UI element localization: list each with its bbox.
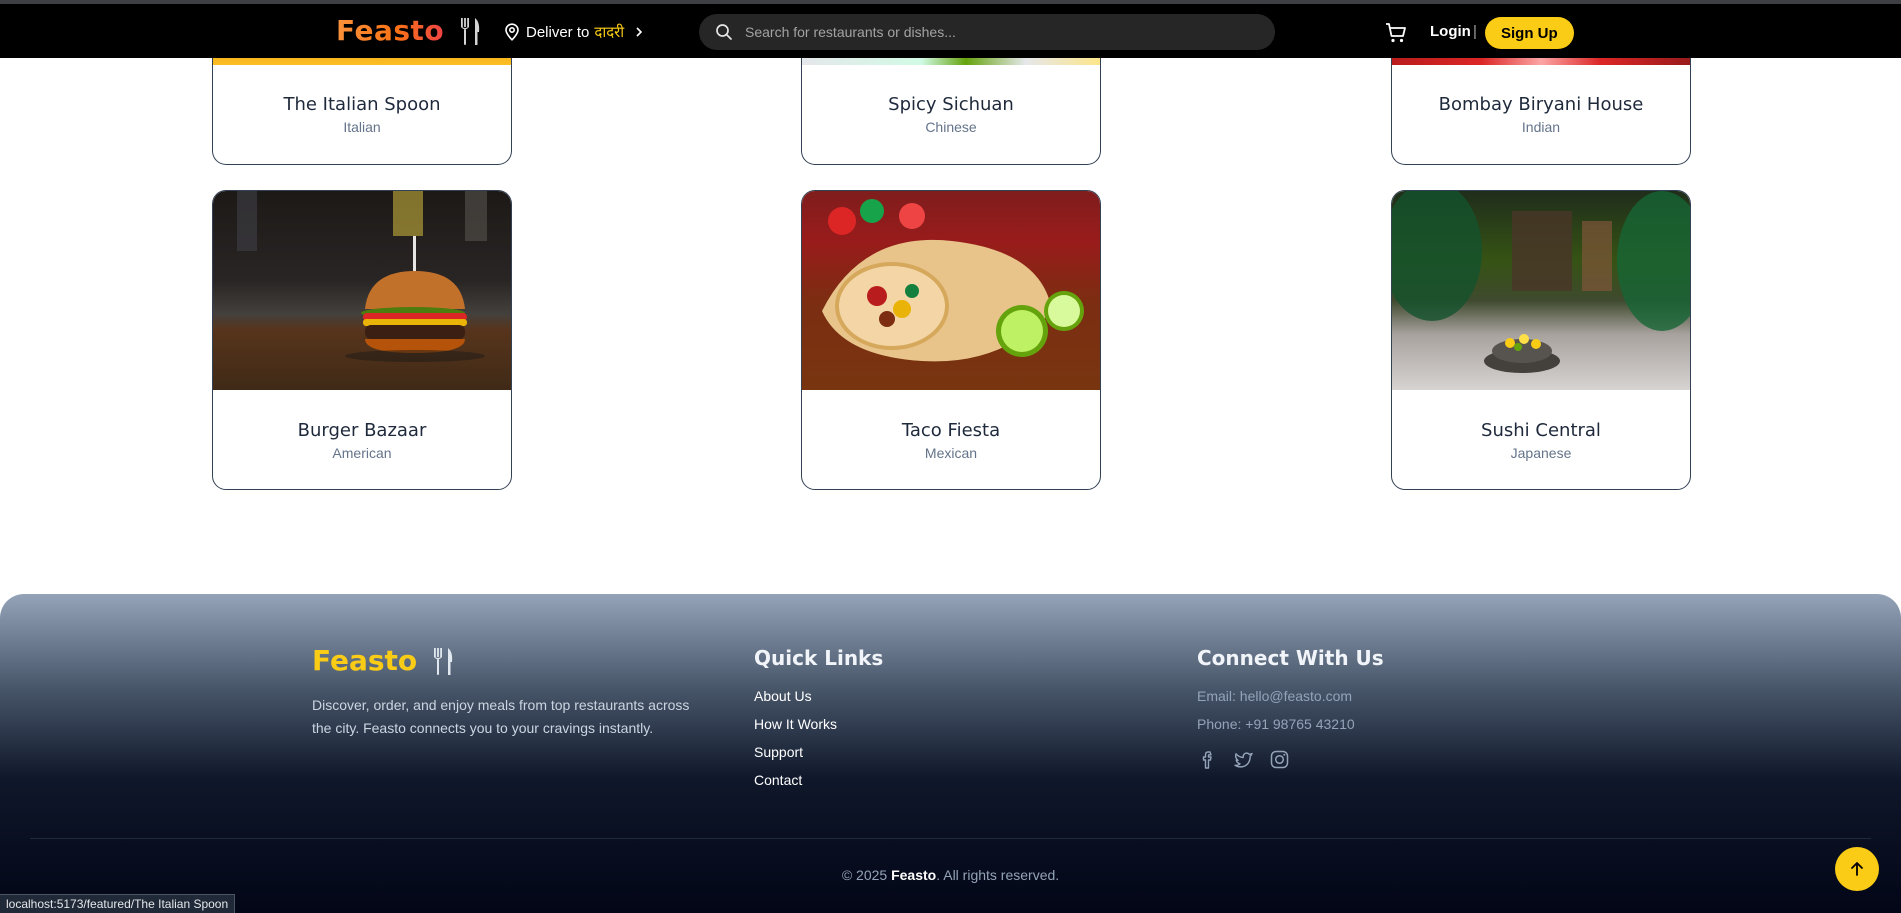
restaurant-name: The Italian Spoon xyxy=(283,94,441,115)
browser-status-url: localhost:5173/featured/The Italian Spoo… xyxy=(0,894,236,913)
restaurant-cuisine: Indian xyxy=(1521,119,1561,135)
footer: Feasto Discover, order, and enjoy meals … xyxy=(0,594,1901,913)
footer-link-contact[interactable]: Contact xyxy=(754,771,837,799)
search-icon xyxy=(716,24,732,40)
quick-links-list: About Us How It Works Support Contact xyxy=(754,687,837,799)
deliver-location-selector[interactable]: Deliver to दादरी xyxy=(504,22,644,42)
cutlery-icon xyxy=(434,647,453,675)
deliver-location: दादरी xyxy=(594,24,625,41)
search-input[interactable] xyxy=(745,24,1245,40)
footer-logo-text: Feasto xyxy=(312,644,418,677)
burger-illustration xyxy=(237,191,487,362)
copyright-year: © 2025 xyxy=(841,867,888,883)
cart-icon[interactable] xyxy=(1385,22,1407,44)
arrow-up-icon xyxy=(1851,862,1863,876)
footer-link-support[interactable]: Support xyxy=(754,743,837,771)
footer-divider xyxy=(30,838,1871,839)
scroll-to-top-button[interactable] xyxy=(1835,847,1879,891)
restaurant-name: Burger Bazaar xyxy=(297,420,427,441)
twitter-icon[interactable] xyxy=(1233,749,1254,770)
restaurant-cuisine: American xyxy=(332,445,392,461)
restaurant-image xyxy=(802,191,1100,390)
logo[interactable]: Feasto xyxy=(336,14,482,47)
copyright-suffix: . All rights reserved. xyxy=(936,867,1060,883)
restaurant-name: Sushi Central xyxy=(1481,420,1601,441)
copyright-brand: Feasto xyxy=(891,867,937,883)
restaurant-name: Bombay Biryani House xyxy=(1438,94,1644,115)
contact-email: Email: hello@feasto.com xyxy=(1197,688,1353,704)
quick-links-heading: Quick Links xyxy=(754,646,884,670)
cutlery-icon xyxy=(461,17,480,45)
signup-button[interactable]: Sign Up xyxy=(1485,17,1574,49)
burrito-illustration xyxy=(822,199,1084,362)
chevron-right-icon xyxy=(636,27,643,37)
restaurant-cuisine: Italian xyxy=(343,119,381,135)
social-links xyxy=(1197,749,1290,770)
top-navbar: Feasto Deliver to दादरी Login xyxy=(0,0,1901,58)
copyright: © 2025 Feasto. All rights reserved. xyxy=(0,867,1901,883)
footer-link-about[interactable]: About Us xyxy=(754,687,837,715)
restaurant-cuisine: Mexican xyxy=(924,445,978,461)
restaurant-card[interactable]: Burger Bazaar American xyxy=(212,190,512,490)
facebook-icon[interactable] xyxy=(1197,749,1218,770)
restaurant-name: Taco Fiesta xyxy=(901,420,1001,441)
footer-description: Discover, order, and enjoy meals from to… xyxy=(312,697,690,736)
contact-phone: Phone: +91 98765 43210 xyxy=(1197,716,1355,732)
restaurant-card[interactable]: Sushi Central Japanese xyxy=(1391,190,1691,490)
restaurant-cuisine: Chinese xyxy=(925,119,977,135)
restaurant-cuisine: Japanese xyxy=(1510,445,1572,461)
restaurant-image xyxy=(213,191,511,390)
instagram-icon[interactable] xyxy=(1269,749,1290,770)
login-link[interactable]: Login xyxy=(1430,23,1471,40)
logo-text: Feasto xyxy=(336,14,445,47)
connect-heading: Connect With Us xyxy=(1197,646,1384,670)
footer-link-how-it-works[interactable]: How It Works xyxy=(754,715,837,743)
footer-logo[interactable]: Feasto xyxy=(312,644,455,677)
map-pin-icon xyxy=(505,23,519,41)
restaurant-card[interactable]: Taco Fiesta Mexican xyxy=(801,190,1101,490)
search-bar[interactable] xyxy=(699,14,1275,50)
restaurant-image xyxy=(1392,191,1690,390)
restaurant-name: Spicy Sichuan xyxy=(888,94,1014,115)
deliver-label: Deliver to xyxy=(526,23,590,41)
nav-separator: | xyxy=(1473,23,1477,40)
courtyard-illustration xyxy=(1392,191,1690,373)
